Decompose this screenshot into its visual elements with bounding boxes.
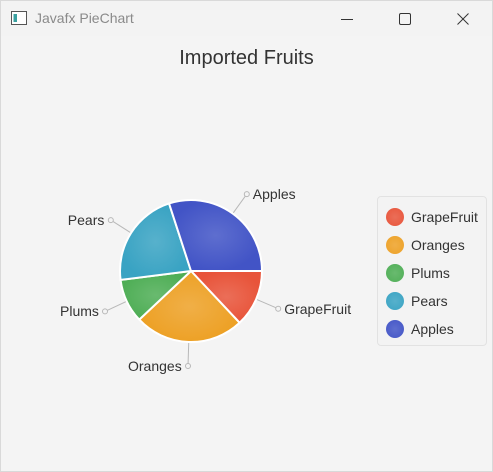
leader-dot-grapefruit bbox=[275, 305, 282, 312]
leader-line-grapefruit bbox=[254, 297, 279, 310]
legend-swatch-apples bbox=[386, 320, 404, 338]
slice-label-pears: Pears bbox=[67, 212, 105, 229]
leader-dot-apples bbox=[243, 191, 250, 198]
slice-label-oranges: Oranges bbox=[128, 358, 182, 374]
slice-label-plums: Plums bbox=[60, 303, 99, 320]
slice-label-grapefruit: GrapeFruit bbox=[284, 300, 352, 317]
leader-dot-plums bbox=[102, 308, 108, 315]
legend-label: GrapeFruit bbox=[411, 209, 478, 225]
legend-swatch-grapefruit bbox=[386, 208, 404, 226]
chart-legend: GrapeFruit Oranges Plums Pears Apples bbox=[377, 196, 487, 346]
legend-label: Plums bbox=[411, 265, 450, 281]
legend-swatch-pears bbox=[386, 292, 404, 310]
legend-item-grapefruit: GrapeFruit bbox=[386, 203, 486, 231]
legend-swatch-oranges bbox=[386, 236, 404, 254]
leader-dot-oranges bbox=[185, 363, 191, 369]
legend-label: Apples bbox=[411, 321, 454, 337]
legend-item-plums: Plums bbox=[386, 259, 486, 287]
leader-line-oranges bbox=[187, 339, 190, 367]
leader-dot-pears bbox=[107, 217, 114, 224]
legend-swatch-plums bbox=[386, 264, 404, 282]
leader-line-plums bbox=[104, 299, 129, 312]
legend-label: Oranges bbox=[411, 237, 465, 253]
leader-line-apples bbox=[231, 193, 248, 216]
legend-label: Pears bbox=[411, 293, 448, 309]
app-window: Javafx PieChart Imported Fruits GrapeFru… bbox=[0, 0, 493, 472]
leader-line-pears bbox=[110, 219, 133, 235]
legend-item-oranges: Oranges bbox=[386, 231, 486, 259]
legend-item-apples: Apples bbox=[386, 315, 486, 343]
slice-label-apples: Apples bbox=[252, 186, 296, 203]
legend-item-pears: Pears bbox=[386, 287, 486, 315]
